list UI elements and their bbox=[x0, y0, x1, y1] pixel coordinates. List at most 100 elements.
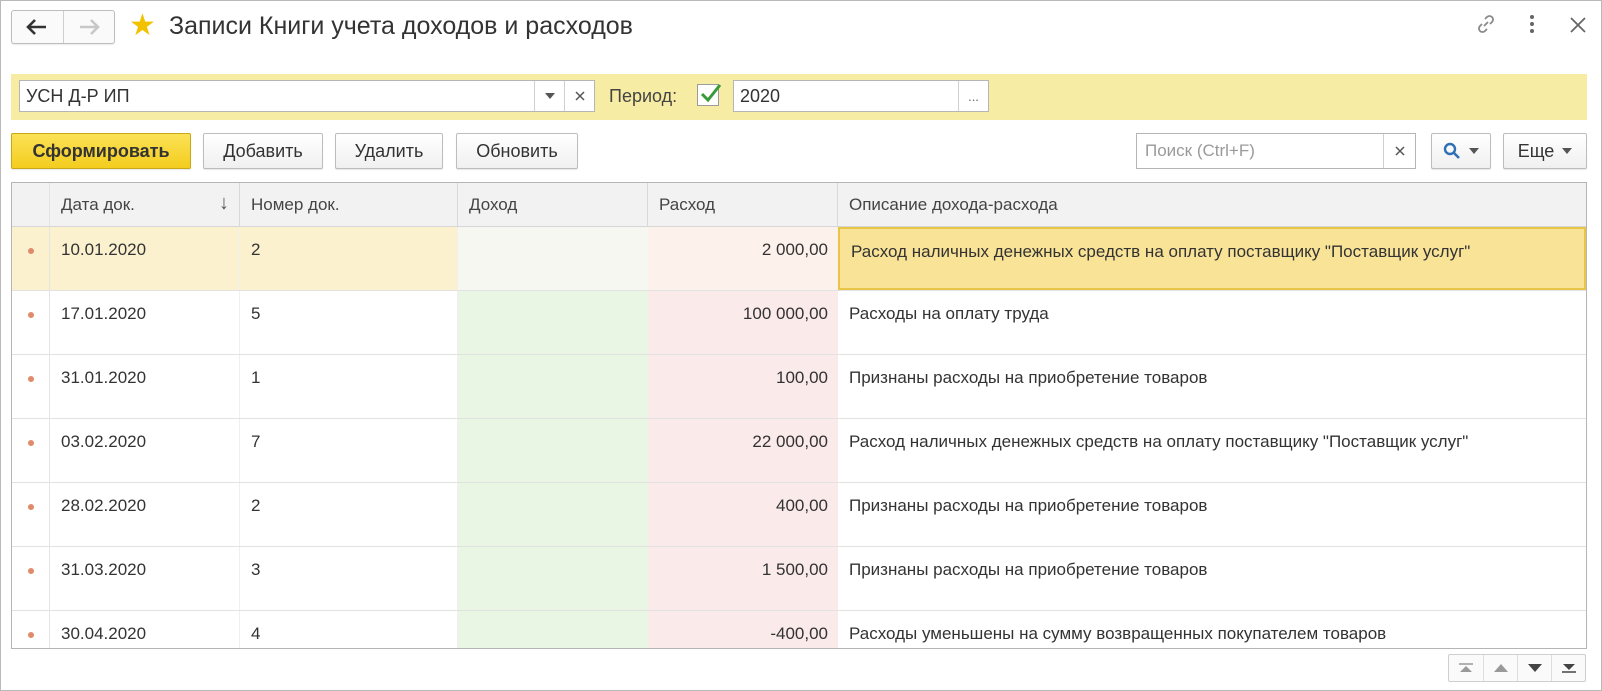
chevron-down-icon bbox=[1562, 148, 1573, 154]
column-header-expense[interactable]: Расход bbox=[648, 183, 838, 226]
scroll-to-top-icon bbox=[1459, 663, 1473, 672]
table-row[interactable]: 28.02.2020 2 400,00 Признаны расходы на … bbox=[12, 483, 1586, 547]
table-row[interactable]: 17.01.2020 5 100 000,00 Расходы на оплат… bbox=[12, 291, 1586, 355]
cell-income bbox=[458, 611, 648, 648]
cell-date: 31.03.2020 bbox=[50, 547, 240, 610]
cell-description: Признаны расходы на приобретение товаров bbox=[849, 496, 1208, 515]
cell-description: Расходы на оплату труда bbox=[849, 304, 1049, 323]
more-label: Еще bbox=[1517, 140, 1555, 161]
cell-number: 7 bbox=[240, 419, 458, 482]
table-row[interactable]: 31.01.2020 1 100,00 Признаны расходы на … bbox=[12, 355, 1586, 419]
row-marker bbox=[12, 227, 50, 290]
chevron-up-icon bbox=[1493, 664, 1508, 672]
column-header-description[interactable]: Описание дохода-расхода bbox=[838, 183, 1586, 226]
table-row[interactable]: 03.02.2020 7 22 000,00 Расход наличных д… bbox=[12, 419, 1586, 483]
close-icon bbox=[574, 91, 585, 101]
checkmark-icon bbox=[700, 84, 722, 103]
star-icon[interactable]: ★ bbox=[129, 11, 156, 41]
close-icon[interactable] bbox=[1567, 15, 1589, 39]
table-navigation bbox=[1448, 654, 1586, 682]
search-options-button[interactable] bbox=[1431, 133, 1491, 169]
cell-date: 28.02.2020 bbox=[50, 483, 240, 546]
record-dot-icon bbox=[27, 568, 34, 574]
column-header-date-label: Дата док. bbox=[61, 194, 135, 214]
organization-value: УСН Д-Р ИП bbox=[26, 85, 130, 106]
cell-expense: 100 000,00 bbox=[648, 291, 838, 354]
arrow-left-icon bbox=[26, 19, 47, 35]
more-button[interactable]: Еще bbox=[1503, 133, 1587, 169]
cell-expense: 2 000,00 bbox=[648, 227, 838, 290]
row-marker bbox=[12, 291, 50, 354]
cell-description: Признаны расходы на приобретение товаров bbox=[849, 560, 1208, 579]
cell-number: 1 bbox=[240, 355, 458, 418]
cell-expense: 400,00 bbox=[648, 483, 838, 546]
period-checkbox[interactable] bbox=[697, 84, 722, 106]
table-row[interactable]: 10.01.2020 2 2 000,00 Расход наличных де… bbox=[12, 227, 1586, 291]
scroll-to-bottom-icon bbox=[1561, 664, 1576, 673]
table-row[interactable]: 30.04.2020 4 -400,00 Расходы уменьшены н… bbox=[12, 611, 1586, 648]
search-field[interactable] bbox=[1136, 133, 1416, 169]
filter-bar: УСН Д-Р ИП Период: 2020 ... bbox=[11, 74, 1587, 120]
cell-income bbox=[458, 355, 648, 418]
dropdown-button[interactable] bbox=[534, 81, 564, 111]
refresh-button[interactable]: Обновить bbox=[456, 133, 578, 169]
cell-income bbox=[458, 419, 648, 482]
column-header-marker[interactable] bbox=[12, 183, 50, 226]
cell-number: 2 bbox=[240, 483, 458, 546]
cell-description: Расход наличных денежных средств на опла… bbox=[849, 432, 1469, 451]
record-dot-icon bbox=[27, 376, 34, 382]
row-marker bbox=[12, 355, 50, 418]
record-dot-icon bbox=[27, 504, 34, 510]
column-header-income[interactable]: Доход bbox=[458, 183, 648, 226]
record-dot-icon bbox=[27, 312, 34, 318]
page-title: Записи Книги учета доходов и расходов bbox=[169, 12, 633, 40]
cell-number: 3 bbox=[240, 547, 458, 610]
cell-number: 5 bbox=[240, 291, 458, 354]
cell-expense: 1 500,00 bbox=[648, 547, 838, 610]
page-up-button[interactable] bbox=[1483, 655, 1517, 681]
organization-select[interactable]: УСН Д-Р ИП bbox=[19, 80, 595, 112]
cell-income bbox=[458, 291, 648, 354]
cell-number: 4 bbox=[240, 611, 458, 648]
cell-date: 03.02.2020 bbox=[50, 419, 240, 482]
records-table: Дата док. ↓ Номер док. Доход Расход Опис… bbox=[11, 182, 1587, 649]
cell-expense: 100,00 bbox=[648, 355, 838, 418]
cell-income bbox=[458, 227, 648, 290]
column-header-date[interactable]: Дата док. ↓ bbox=[50, 183, 240, 226]
search-input[interactable] bbox=[1137, 140, 1383, 162]
arrow-right-icon bbox=[79, 19, 100, 35]
cell-expense: -400,00 bbox=[648, 611, 838, 648]
page-down-button[interactable] bbox=[1517, 655, 1551, 681]
row-marker bbox=[12, 547, 50, 610]
cell-income bbox=[458, 547, 648, 610]
record-dot-icon bbox=[27, 248, 34, 254]
chevron-down-icon bbox=[544, 93, 555, 99]
period-input[interactable]: 2020 ... bbox=[733, 80, 989, 112]
link-icon[interactable] bbox=[1475, 13, 1497, 40]
period-label: Период: bbox=[609, 86, 678, 106]
column-header-number[interactable]: Номер док. bbox=[240, 183, 458, 226]
add-button[interactable]: Добавить bbox=[203, 133, 323, 169]
record-dot-icon bbox=[27, 632, 34, 638]
back-button[interactable] bbox=[12, 11, 63, 43]
chevron-down-icon bbox=[1469, 148, 1479, 154]
forward-button[interactable] bbox=[62, 11, 115, 43]
row-marker bbox=[12, 611, 50, 648]
table-row[interactable]: 31.03.2020 3 1 500,00 Признаны расходы н… bbox=[12, 547, 1586, 611]
first-page-button[interactable] bbox=[1449, 655, 1483, 681]
cell-date: 30.04.2020 bbox=[50, 611, 240, 648]
clear-search-button[interactable] bbox=[1383, 134, 1415, 168]
period-select-button[interactable]: ... bbox=[958, 81, 988, 111]
clear-organization-button[interactable] bbox=[564, 81, 594, 111]
generate-button[interactable]: Сформировать bbox=[11, 133, 191, 169]
search-icon bbox=[1443, 142, 1460, 159]
last-page-button[interactable] bbox=[1551, 655, 1585, 681]
cell-income bbox=[458, 483, 648, 546]
cell-description: Признаны расходы на приобретение товаров bbox=[849, 368, 1208, 387]
delete-button[interactable]: Удалить bbox=[335, 133, 443, 169]
cell-description: Расход наличных денежных средств на опла… bbox=[838, 227, 1586, 290]
row-marker bbox=[12, 419, 50, 482]
more-vertical-icon[interactable] bbox=[1521, 14, 1543, 39]
window-controls bbox=[1475, 13, 1589, 40]
navigation-buttons bbox=[11, 10, 115, 44]
